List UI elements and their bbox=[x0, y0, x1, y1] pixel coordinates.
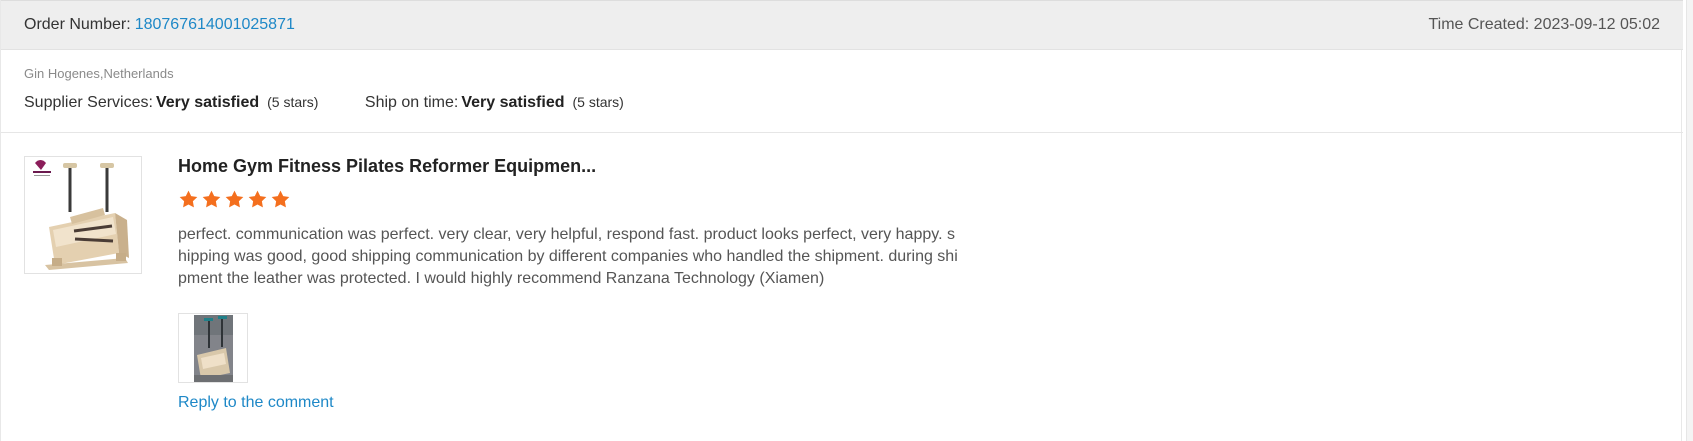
review-card: Order Number: 180767614001025871 Time Cre… bbox=[0, 0, 1683, 441]
supplier-services-stars: (5 stars) bbox=[267, 94, 319, 110]
review-text: perfect. communication was perfect. very… bbox=[178, 226, 958, 287]
product-title[interactable]: Home Gym Fitness Pilates Reformer Equipm… bbox=[178, 156, 596, 177]
order-number-link[interactable]: 180767614001025871 bbox=[135, 16, 295, 33]
supplier-services-rating: Supplier Services: Very satisfied (5 stars… bbox=[24, 94, 318, 112]
star-icon bbox=[202, 190, 221, 208]
ship-on-time-stars: (5 stars) bbox=[572, 94, 624, 110]
seller-ratings: Supplier Services: Very satisfied (5 stars… bbox=[24, 94, 624, 112]
reply-to-comment-link[interactable]: Reply to the comment bbox=[178, 394, 334, 412]
ship-on-time-value: Very satisfied bbox=[461, 94, 565, 111]
supplier-services-value: Very satisfied bbox=[155, 94, 260, 111]
time-created: Time Created: 2023-09-12 05:02 bbox=[1428, 16, 1660, 33]
star-icon bbox=[271, 190, 290, 208]
order-number-row: Order Number: 180767614001025871 bbox=[24, 16, 295, 34]
review-photo-thumbnail[interactable] bbox=[178, 313, 248, 383]
ship-on-time-label: Ship on time: bbox=[364, 94, 459, 111]
review-star-rating bbox=[178, 189, 302, 213]
supplier-services-label: Supplier Services: bbox=[24, 94, 153, 111]
section-divider bbox=[1, 132, 1683, 133]
page-scroll-edge[interactable] bbox=[1686, 0, 1693, 441]
star-icon bbox=[179, 190, 198, 208]
buyer-name-location: Gin Hogenes,Netherlands bbox=[24, 66, 174, 81]
ship-on-time-rating: Ship on time: Very satisfied (5 stars) bbox=[365, 94, 624, 112]
product-thumbnail[interactable] bbox=[24, 156, 142, 274]
order-header: Order Number: 180767614001025871 Time Cre… bbox=[1, 0, 1683, 50]
star-icon bbox=[225, 190, 244, 208]
star-icon bbox=[248, 190, 267, 208]
order-number-label: Order Number: bbox=[24, 16, 131, 33]
